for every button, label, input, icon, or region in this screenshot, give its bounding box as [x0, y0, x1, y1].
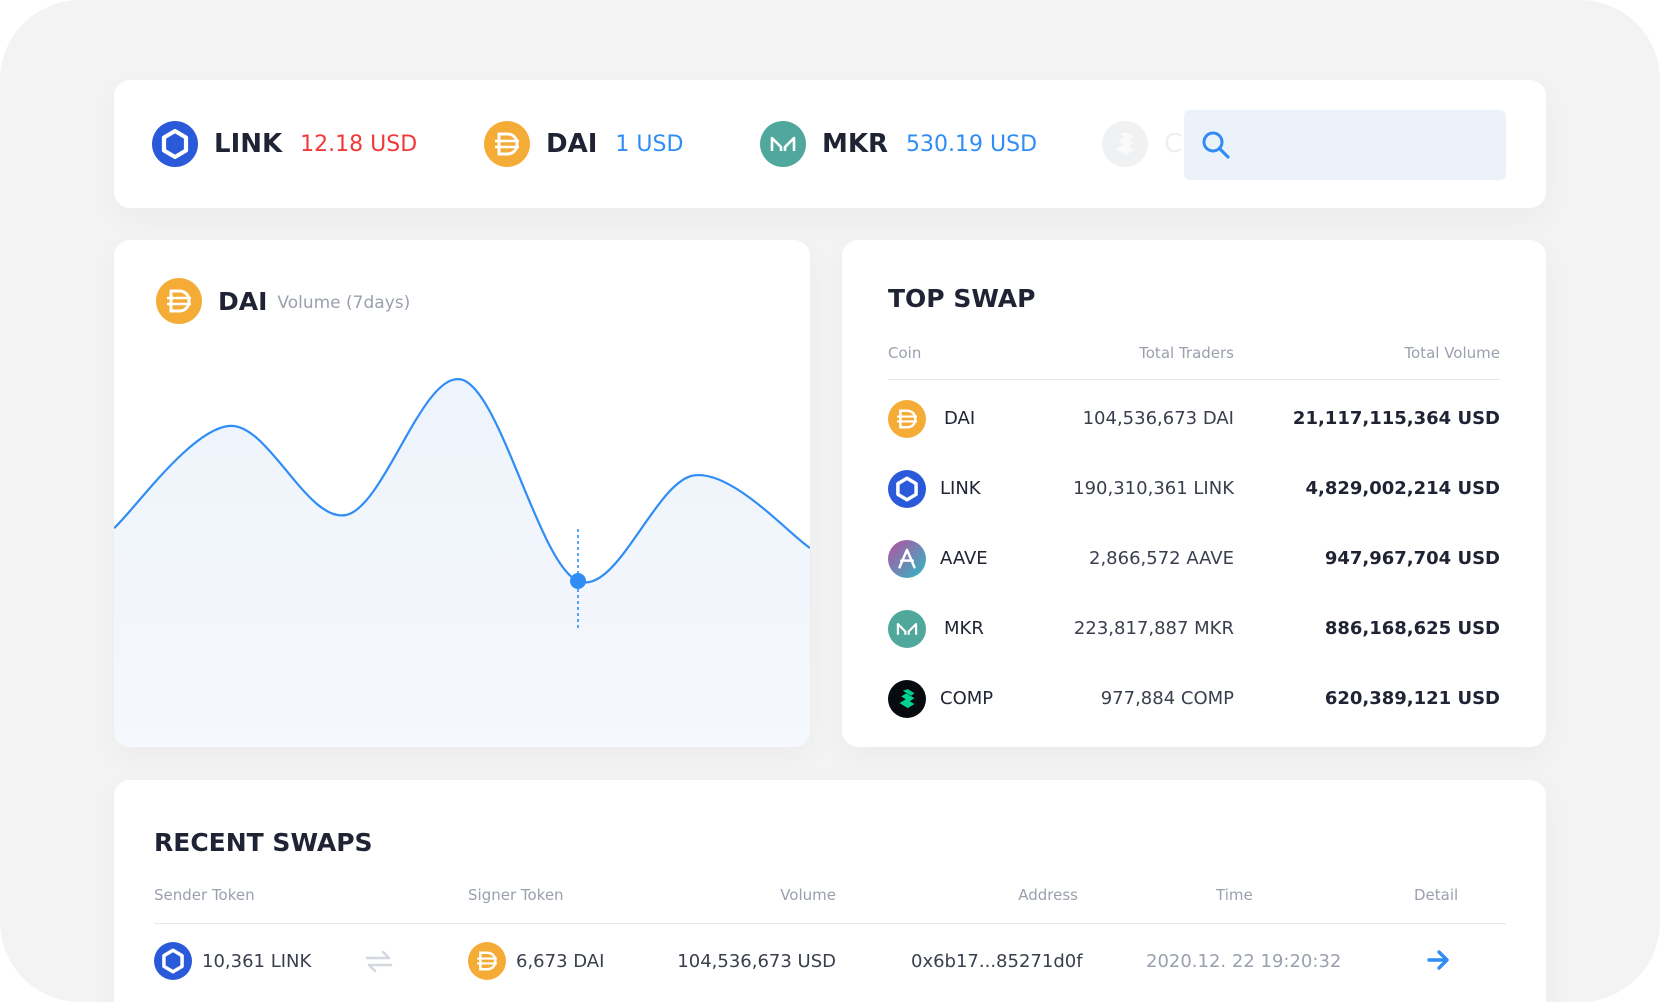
dai-icon — [468, 942, 506, 980]
column-header-time[interactable]: Time — [1216, 886, 1253, 904]
ticker-item-dai[interactable]: DAI 1 USD — [484, 80, 683, 208]
column-header-address[interactable]: Address — [1018, 886, 1078, 904]
total-traders: 2,866,572 AAVE — [1089, 548, 1234, 569]
table-divider — [154, 923, 1506, 924]
total-traders: 223,817,887 MKR — [1073, 618, 1234, 639]
search-icon[interactable] — [1200, 129, 1232, 161]
total-traders: 977,884 COMP — [1100, 688, 1234, 709]
volume-chart[interactable] — [114, 240, 810, 747]
recent-swaps-card: RECENT SWAPS Sender Token Signer Token V… — [114, 780, 1546, 1002]
swap-address[interactable]: 0x6b17...85271d0f — [911, 951, 1083, 972]
ticker-item-link[interactable]: LINK 12.18 USD — [152, 80, 417, 208]
search-input[interactable] — [1246, 124, 1486, 166]
mkr-icon — [760, 121, 806, 167]
table-row[interactable]: DAI 104,536,673 DAI 21,117,115,364 USD — [842, 398, 1546, 438]
table-row[interactable]: 10,361 LINK 6,673 DAI 104,536,673 USD 0x… — [114, 942, 1546, 982]
coin-name: MKR — [944, 618, 984, 639]
chart-area-fill — [114, 379, 810, 747]
column-header-total-traders[interactable]: Total Traders — [1139, 344, 1234, 362]
dai-icon — [484, 121, 530, 167]
column-header-volume[interactable]: Volume — [780, 886, 836, 904]
recent-swaps-title: RECENT SWAPS — [154, 828, 373, 857]
ticker-price: 530.19 USD — [906, 131, 1038, 157]
total-traders: 190,310,361 LINK — [1073, 478, 1234, 499]
sender-token: 10,361 LINK — [202, 951, 312, 972]
coin-name: DAI — [944, 408, 976, 429]
ticker-price: 12.18 USD — [300, 131, 418, 157]
top-swap-title: TOP SWAP — [888, 284, 1036, 313]
table-row[interactable]: LINK 190,310,361 LINK 4,829,002,214 USD — [842, 468, 1546, 508]
link-icon — [152, 121, 198, 167]
ticker-symbol: MKR — [822, 129, 889, 159]
total-volume: 4,829,002,214 USD — [1305, 478, 1500, 499]
comp-icon — [1102, 121, 1148, 167]
ticker-symbol: DAI — [546, 129, 598, 159]
comp-icon — [888, 680, 926, 718]
signer-token: 6,673 DAI — [516, 951, 605, 972]
search-box[interactable] — [1184, 110, 1506, 180]
column-header-signer-token[interactable]: Signer Token — [468, 886, 564, 904]
ticker-symbol: LINK — [214, 129, 283, 159]
volume-chart-card: DAI Volume (7days) — [114, 240, 810, 747]
total-volume: 886,168,625 USD — [1324, 618, 1500, 639]
table-row[interactable]: MKR 223,817,887 MKR 886,168,625 USD — [842, 608, 1546, 648]
ticker-symbol: C — [1164, 129, 1183, 159]
table-divider — [888, 379, 1500, 380]
chart-hover-point[interactable] — [570, 573, 586, 589]
coin-name: LINK — [940, 478, 981, 499]
total-volume: 21,117,115,364 USD — [1292, 408, 1500, 429]
price-ticker: LINK 12.18 USD DAI 1 USD MKR 530.19 USD … — [114, 80, 1546, 208]
arrow-right-icon[interactable] — [1426, 948, 1452, 976]
column-header-total-volume[interactable]: Total Volume — [1404, 344, 1500, 362]
swap-volume: 104,536,673 USD — [677, 951, 836, 972]
dai-icon — [888, 400, 926, 438]
coin-name: AAVE — [940, 548, 988, 569]
table-row[interactable]: AAVE 2,866,572 AAVE 947,967,704 USD — [842, 538, 1546, 578]
coin-name: COMP — [940, 688, 994, 709]
aave-icon — [888, 540, 926, 578]
ticker-item-mkr[interactable]: MKR 530.19 USD — [760, 80, 1037, 208]
table-row[interactable]: COMP 977,884 COMP 620,389,121 USD — [842, 678, 1546, 718]
mkr-icon — [888, 610, 926, 648]
total-traders: 104,536,673 DAI — [1082, 408, 1234, 429]
top-swap-card: TOP SWAP Coin Total Traders Total Volume… — [842, 240, 1546, 747]
link-icon — [888, 470, 926, 508]
total-volume: 947,967,704 USD — [1324, 548, 1500, 569]
column-header-coin[interactable]: Coin — [888, 344, 921, 362]
column-header-detail[interactable]: Detail — [1414, 886, 1458, 904]
link-icon — [154, 942, 192, 980]
column-header-sender-token[interactable]: Sender Token — [154, 886, 255, 904]
app-frame: LINK 12.18 USD DAI 1 USD MKR 530.19 USD … — [0, 0, 1660, 1002]
swap-arrows-icon — [364, 949, 394, 977]
swap-time: 2020.12. 22 19:20:32 — [1146, 951, 1342, 972]
total-volume: 620,389,121 USD — [1324, 688, 1500, 709]
ticker-price: 1 USD — [615, 131, 684, 157]
